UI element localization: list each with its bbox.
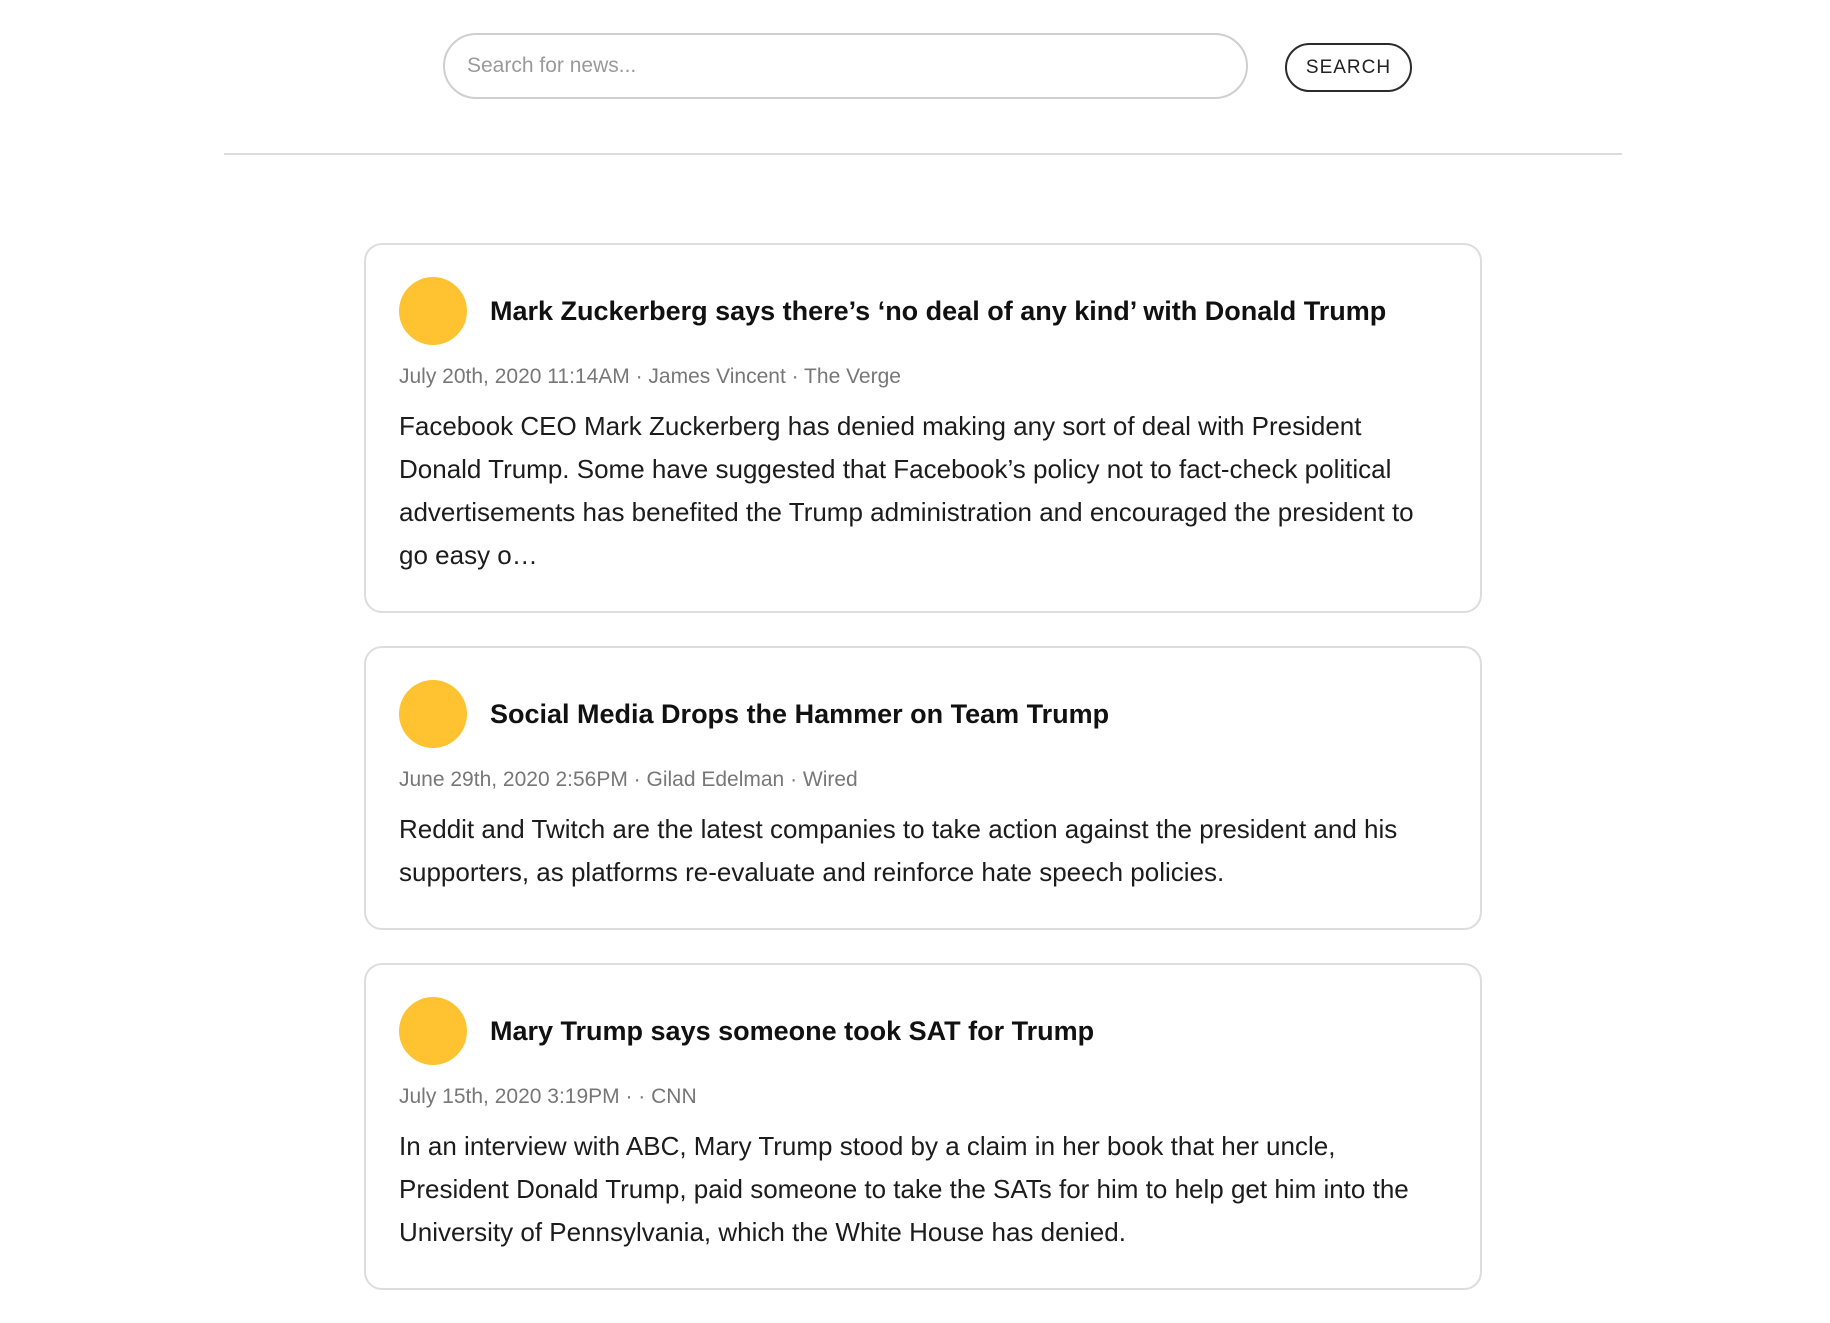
news-meta: July 20th, 2020 11:14AM · James Vincent … xyxy=(399,365,901,388)
news-card[interactable]: Mary Trump says someone took SAT for Tru… xyxy=(364,963,1482,1290)
news-title[interactable]: Mary Trump says someone took SAT for Tru… xyxy=(490,1016,1094,1047)
news-title[interactable]: Mark Zuckerberg says there’s ‘no deal of… xyxy=(490,296,1386,327)
search-input[interactable] xyxy=(443,33,1248,99)
news-description: Facebook CEO Mark Zuckerberg has denied … xyxy=(399,411,1414,570)
source-avatar xyxy=(399,680,467,748)
search-button[interactable]: SEARCH xyxy=(1285,43,1412,92)
news-title[interactable]: Social Media Drops the Hammer on Team Tr… xyxy=(490,699,1109,730)
news-card[interactable]: Mark Zuckerberg says there’s ‘no deal of… xyxy=(364,243,1482,613)
header-divider xyxy=(224,153,1622,155)
news-card-header: Social Media Drops the Hammer on Team Tr… xyxy=(399,680,1447,748)
news-meta: June 29th, 2020 2:56PM · Gilad Edelman ·… xyxy=(399,768,858,791)
news-list: Mark Zuckerberg says there’s ‘no deal of… xyxy=(364,243,1482,1323)
news-card[interactable]: Social Media Drops the Hammer on Team Tr… xyxy=(364,646,1482,930)
source-avatar xyxy=(399,997,467,1065)
source-avatar xyxy=(399,277,467,345)
news-meta: July 15th, 2020 3:19PM · · CNN xyxy=(399,1085,697,1108)
news-description: In an interview with ABC, Mary Trump sto… xyxy=(399,1131,1409,1247)
news-card-header: Mary Trump says someone took SAT for Tru… xyxy=(399,997,1447,1065)
news-card-header: Mark Zuckerberg says there’s ‘no deal of… xyxy=(399,277,1447,345)
news-description: Reddit and Twitch are the latest compani… xyxy=(399,814,1398,887)
